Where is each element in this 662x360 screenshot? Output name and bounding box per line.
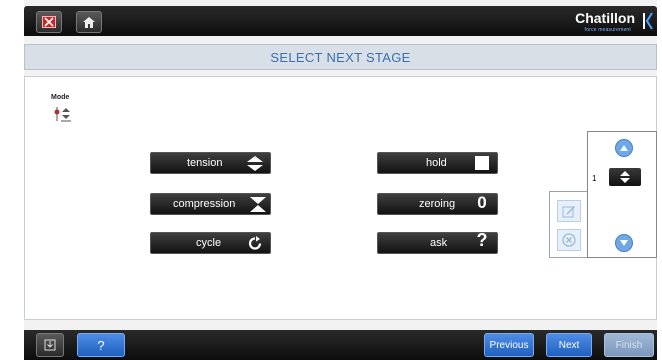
edit-icon [562,206,575,218]
zeroing-icon: 0 [477,192,487,212]
compression-label: compression [173,198,236,210]
help-button[interactable]: ? [77,333,125,357]
hold-icon [474,156,490,171]
mode-icon [54,107,71,122]
cycle-button[interactable]: cycle [150,232,271,254]
mode-label: Mode [51,94,70,101]
home-icon [83,16,95,28]
zeroing-button[interactable]: zeroing 0 [377,193,498,215]
brand-name: Chatillon [575,10,635,26]
hold-button[interactable]: hold [377,152,498,174]
previous-button[interactable]: Previous [484,333,534,357]
chevron-up-down-icon [620,171,630,183]
next-button[interactable]: Next [546,333,592,357]
export-icon [44,339,56,351]
tension-button[interactable]: tension [150,152,271,174]
triangle-up-icon [620,145,628,151]
triangle-down-icon [620,240,628,246]
tension-label: tension [187,157,223,169]
step-up-button[interactable] [615,139,633,157]
brand-logo-icon [643,12,653,30]
app-frame: Chatillon force measurement SELECT NEXT … [24,0,657,360]
cycle-label: cycle [196,237,222,249]
cycle-icon [247,236,263,251]
bottom-toolbar: ? Previous Next Finish [24,330,657,360]
home-button[interactable] [76,11,102,33]
hold-label: hold [426,157,447,169]
delete-icon [562,233,576,247]
ask-label: ask [430,237,448,249]
stage-number: 1 [592,174,597,183]
delete-button[interactable] [557,229,581,251]
ask-button[interactable]: ask ? [377,230,498,254]
close-icon [42,16,56,28]
stage-stepper: 1 [587,131,657,258]
close-button[interactable] [36,11,62,33]
question-icon: ? [476,230,488,250]
compression-button[interactable]: compression [150,193,271,215]
edit-button[interactable] [557,200,581,222]
compression-icon [250,197,266,212]
step-down-button[interactable] [615,234,633,252]
stage-tools [549,191,589,258]
brand-tagline: force measurement [584,27,631,33]
tension-icon [247,156,263,171]
stage-number-dropdown[interactable] [609,168,641,186]
export-button[interactable] [36,333,64,357]
page-title: SELECT NEXT STAGE [24,44,657,70]
top-toolbar: Chatillon force measurement [24,6,657,36]
finish-button[interactable]: Finish [604,333,654,357]
zeroing-label: zeroing [419,198,456,210]
